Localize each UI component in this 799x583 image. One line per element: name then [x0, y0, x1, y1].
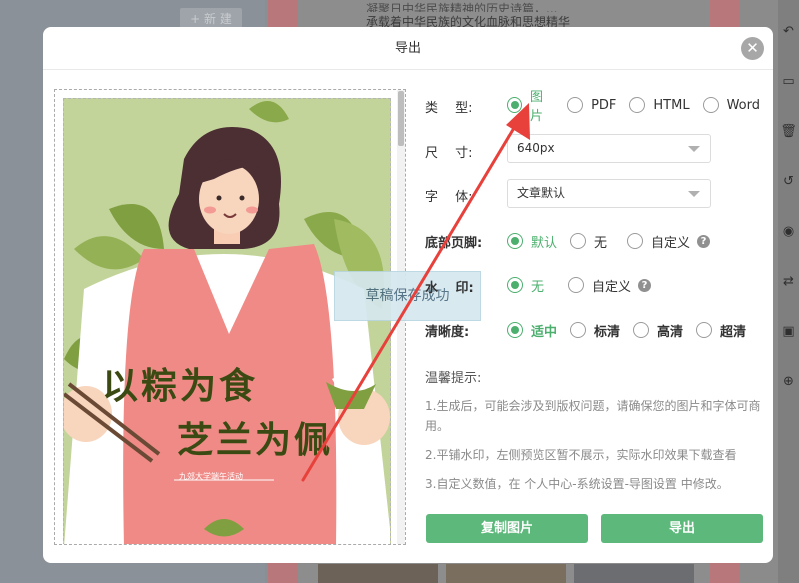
clarity-option-ultra[interactable]: 超清 [696, 321, 746, 340]
export-button[interactable]: 导出 [601, 514, 763, 543]
copy-image-button[interactable]: 复制图片 [426, 514, 588, 543]
editor-text-line: 凝聚日中华民族精神的历史诗篇，... [366, 2, 558, 12]
background-thumbnails [318, 564, 758, 583]
type-option-html[interactable]: HTML [629, 97, 690, 113]
footer-option-none[interactable]: 无 [570, 232, 607, 251]
export-dialog: 导出 ✕ 以粽为食 芝兰为佩 九郊大学端午活动 草稿保存成功 类 型: 图片 P… [43, 27, 773, 563]
clarity-radio-group: 适中 标清 高清 超清 [507, 320, 759, 340]
watermark-option-none[interactable]: 无 [507, 276, 544, 295]
radio-icon [696, 322, 713, 338]
size-select[interactable]: 640px [507, 134, 711, 163]
radio-checked-icon [507, 97, 522, 113]
eye [216, 195, 222, 201]
type-radio-group: 图片 PDF HTML Word [507, 90, 773, 124]
footer-radio-group: 默认 无 自定义 ? [507, 231, 711, 251]
history-icon[interactable]: ↺ [778, 172, 799, 192]
radio-checked-icon [507, 277, 523, 293]
radio-icon [633, 322, 650, 338]
trash-icon[interactable]: 🗑 [778, 122, 799, 142]
radio-label: 自定义 [592, 279, 632, 295]
image-icon[interactable]: ▣ [778, 322, 799, 342]
radio-label: 无 [531, 279, 545, 295]
poster-title-line2: 芝兰为佩 [177, 419, 334, 461]
font-select-value: 文章默认 [517, 186, 566, 200]
radio-label: 高清 [657, 324, 684, 340]
radio-checked-icon [507, 322, 523, 338]
eye [239, 195, 245, 201]
radio-label: 超清 [720, 324, 747, 340]
radio-icon [567, 97, 584, 113]
type-label: 类 型: [425, 101, 473, 116]
chevron-down-icon [688, 191, 700, 197]
blush [246, 206, 258, 214]
size-label: 尺 寸: [425, 146, 473, 161]
radio-label: 默认 [531, 235, 558, 251]
tip-item: 1.生成后，可能会涉及到版权问题，请确保您的图片和字体可商用。 [425, 399, 761, 433]
leaf [249, 101, 289, 123]
watermark-option-custom[interactable]: 自定义 [568, 276, 631, 295]
close-button[interactable]: ✕ [741, 37, 764, 60]
radio-label: 标清 [594, 324, 621, 340]
undo-icon[interactable]: ↶ [778, 22, 799, 42]
tip-item: 3.自定义数值，在 个人中心-系统设置-导图设置 中修改。 [425, 477, 729, 491]
clarity-option-standard[interactable]: 标清 [570, 321, 620, 340]
radio-icon [570, 233, 587, 249]
font-label: 字 体: [425, 190, 473, 205]
clarity-option-medium[interactable]: 适中 [507, 321, 557, 340]
leaf [74, 236, 144, 270]
radio-icon [702, 97, 719, 113]
clarity-option-high[interactable]: 高清 [633, 321, 683, 340]
zoom-icon[interactable]: ⊕ [778, 372, 799, 392]
tip-item: 2.平铺水印，左侧预览区暂不展示，实际水印效果下载查看 [425, 448, 737, 462]
help-icon[interactable]: ? [638, 278, 652, 292]
tips-title: 温馨提示: [425, 371, 482, 386]
radio-icon [629, 97, 646, 113]
radio-label: HTML [653, 97, 690, 113]
clarity-label: 清晰度: [425, 325, 470, 340]
radio-label: 图片 [529, 90, 543, 124]
poster-subtitle: 九郊大学端午活动 [179, 472, 243, 481]
radio-icon [570, 322, 587, 338]
radio-checked-icon [507, 233, 523, 249]
radio-icon [627, 233, 644, 249]
watermark-label: 水 印: [425, 281, 474, 296]
save-icon[interactable]: ▭ [778, 72, 799, 92]
radio-label: 适中 [531, 324, 558, 340]
radio-icon [568, 277, 585, 293]
type-option-pdf[interactable]: PDF [567, 97, 616, 113]
chevron-down-icon [688, 146, 700, 152]
footer-label: 底部页脚: [425, 236, 483, 251]
eye-icon[interactable]: ◉ [778, 222, 799, 242]
radio-label: Word [726, 97, 760, 113]
help-icon[interactable]: ? [697, 234, 711, 248]
radio-label: 自定义 [651, 235, 691, 251]
radio-label: PDF [591, 97, 617, 113]
radio-label: 无 [594, 235, 608, 251]
footer-option-default[interactable]: 默认 [507, 232, 557, 251]
close-icon: ✕ [746, 39, 759, 57]
dialog-title: 导出 [394, 41, 421, 56]
blush [204, 206, 216, 214]
preview-scrollbar-thumb[interactable] [398, 91, 404, 146]
swap-icon[interactable]: ⇄ [778, 272, 799, 292]
watermark-radio-group: 无 自定义 ? [507, 275, 652, 295]
type-option-image[interactable]: 图片 [507, 86, 554, 124]
dialog-header: 导出 ✕ [43, 27, 773, 70]
poster-title-line1: 以粽为食 [102, 365, 259, 407]
font-select[interactable]: 文章默认 [507, 179, 711, 208]
poster-preview: 以粽为食 芝兰为佩 九郊大学端午活动 [63, 98, 391, 544]
type-option-word[interactable]: Word [702, 97, 760, 113]
footer-option-custom[interactable]: 自定义 [627, 232, 690, 251]
size-select-value: 640px [517, 141, 555, 155]
